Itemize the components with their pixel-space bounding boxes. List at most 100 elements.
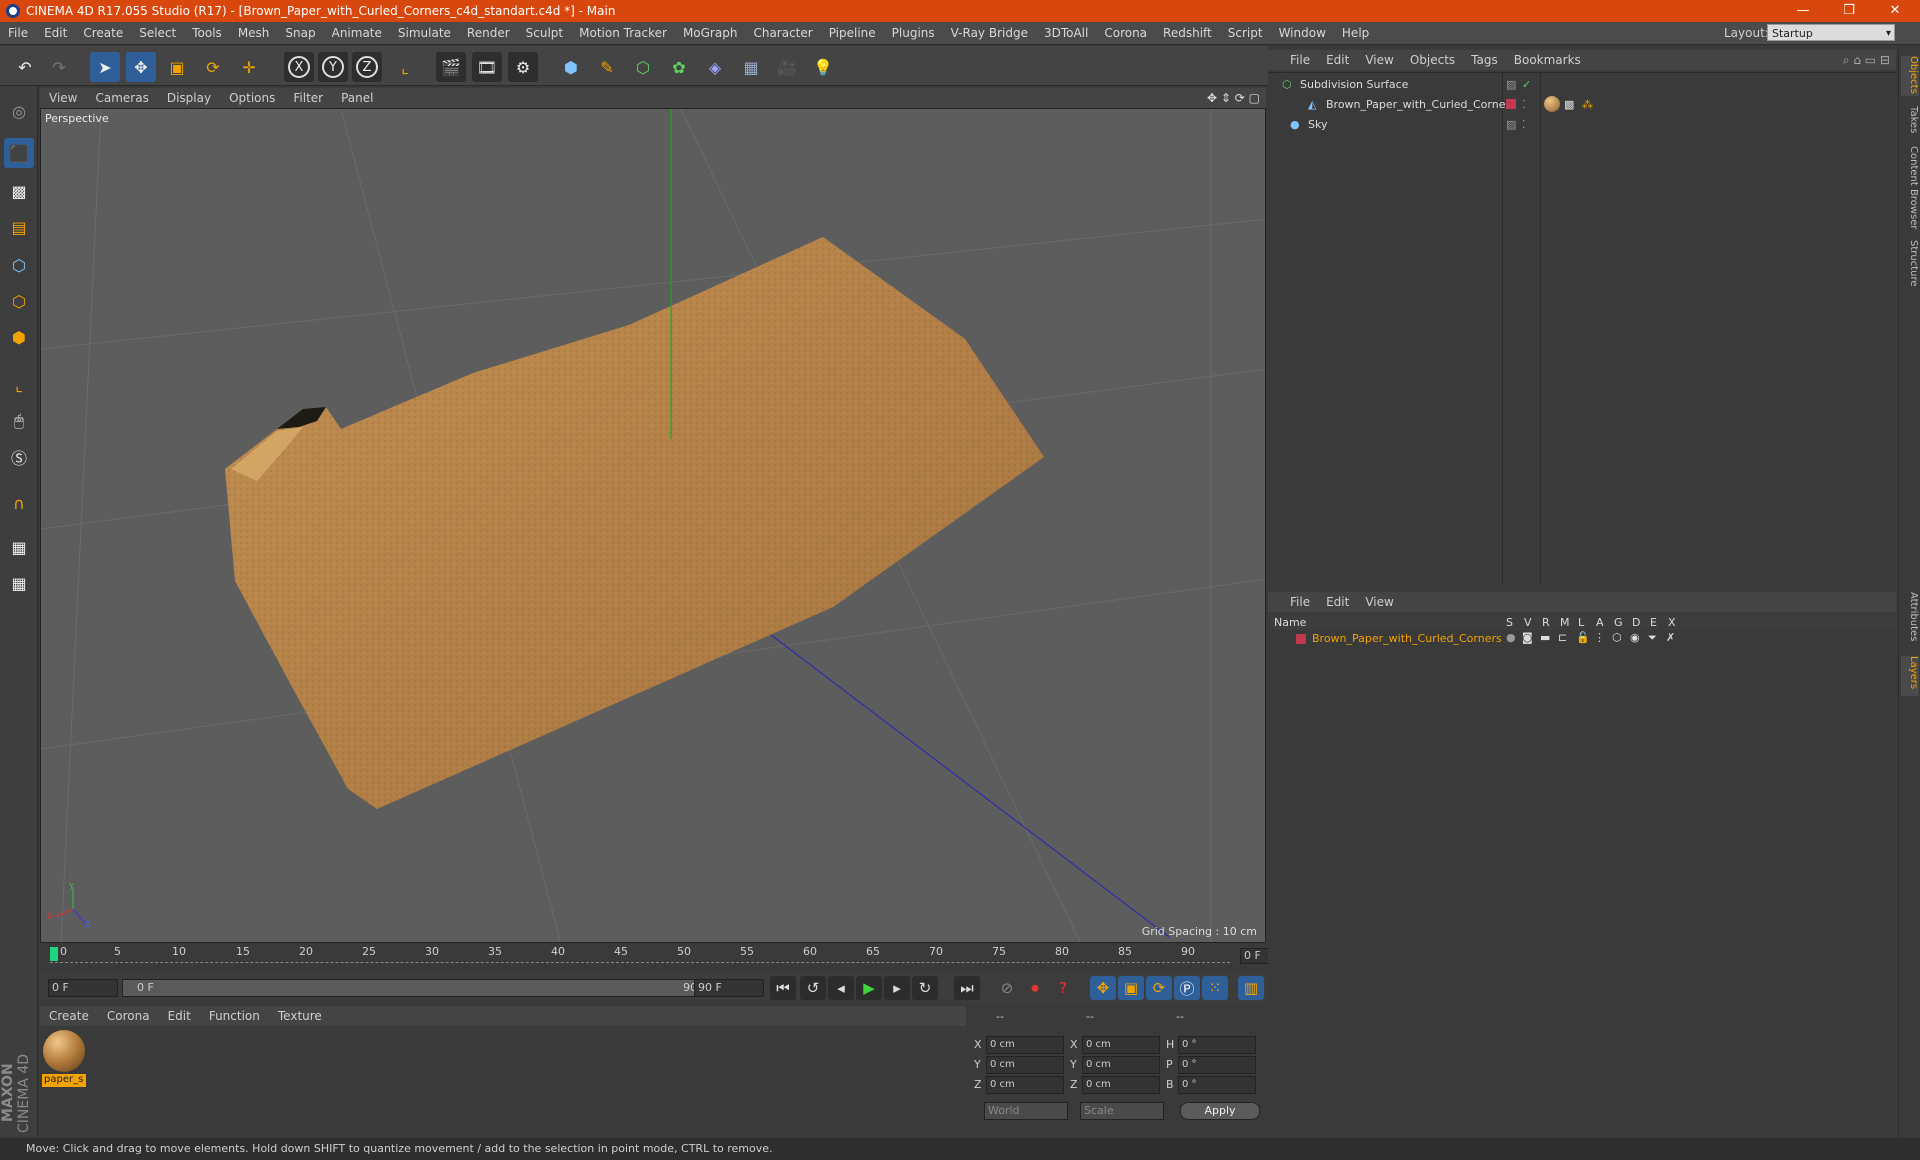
column-header-render[interactable]: R — [1542, 616, 1550, 629]
size-mode-select[interactable]: Scale — [1080, 1102, 1164, 1120]
prev-key-icon[interactable]: ↺ — [800, 976, 826, 1000]
position-x-field[interactable]: 0 cm — [986, 1036, 1064, 1054]
menu-redshift[interactable]: Redshift — [1155, 26, 1220, 40]
solo-toggle-icon[interactable]: ● — [1506, 631, 1516, 644]
visibility-toggle-icon[interactable]: ▨ — [1506, 78, 1516, 91]
texture-mode-icon[interactable]: ▩ — [4, 176, 34, 206]
column-header-locked[interactable]: L — [1578, 616, 1584, 629]
object-row[interactable]: ● Sky ▨ ⁚ — [1268, 115, 1896, 135]
timeline-window-icon[interactable]: ▥ — [1238, 976, 1264, 1000]
column-header-expressions[interactable]: E — [1650, 616, 1657, 629]
edit-render-settings-icon[interactable]: ⚙ — [508, 52, 538, 82]
rotation-b-field[interactable]: 0 ° — [1178, 1076, 1256, 1094]
column-header-generators[interactable]: G — [1614, 616, 1623, 629]
menu-script[interactable]: Script — [1220, 26, 1271, 40]
model-mode-icon[interactable]: ⬛ — [4, 138, 34, 168]
cube-primitive-icon[interactable]: ⬢ — [556, 52, 586, 82]
subdivision-surface-icon[interactable]: ⬡ — [628, 52, 658, 82]
material-tag-icon[interactable] — [1544, 96, 1560, 112]
objects-menu-edit[interactable]: Edit — [1318, 53, 1357, 67]
menu-simulate[interactable]: Simulate — [390, 26, 459, 40]
visibility-dots-icon[interactable]: ⁚ — [1522, 98, 1526, 111]
render-view-icon[interactable]: 🎬 — [436, 52, 466, 82]
layer-row[interactable]: Brown_Paper_with_Curled_Corners ● ◙ ▬ ⊏ … — [1268, 630, 1896, 650]
viewport-menu-display[interactable]: Display — [158, 91, 220, 105]
perspective-viewport[interactable]: Y X Z Perspective Grid Spacing : 10 cm — [40, 108, 1266, 943]
next-frame-icon[interactable]: ▸ — [884, 976, 910, 1000]
apply-button[interactable]: Apply — [1180, 1102, 1260, 1120]
points-mode-icon[interactable]: ⬡ — [4, 250, 34, 280]
viewport-menu-filter[interactable]: Filter — [284, 91, 332, 105]
make-editable-icon[interactable]: ◎ — [4, 96, 34, 126]
edges-mode-icon[interactable]: ⬡ — [4, 286, 34, 316]
locked-workplane-icon[interactable]: ▦ — [4, 532, 34, 562]
menu-render[interactable]: Render — [459, 26, 518, 40]
lock-toggle-icon[interactable]: 🔓 — [1576, 631, 1590, 644]
tweak-mode-icon[interactable]: 🖱 — [4, 406, 34, 436]
timeline-ruler[interactable]: 0 5 10 15 20 25 30 35 40 45 50 55 60 65 … — [40, 945, 1306, 971]
restore-button[interactable]: ❐ — [1826, 0, 1872, 22]
material-menu-edit[interactable]: Edit — [159, 1009, 200, 1023]
z-axis-lock-button[interactable]: Z — [352, 52, 382, 82]
menu-help[interactable]: Help — [1334, 26, 1377, 40]
viewport-menu-cameras[interactable]: Cameras — [86, 91, 157, 105]
visibility-toggle-icon[interactable]: ▨ — [1506, 118, 1516, 131]
material-menu-function[interactable]: Function — [200, 1009, 269, 1023]
menu-edit[interactable]: Edit — [36, 26, 75, 40]
generators-toggle-icon[interactable]: ⬡ — [1612, 631, 1622, 644]
object-row[interactable]: ◭ Brown_Paper_with_Curled_Corners ⁚ ▩ ⁂ — [1268, 95, 1896, 115]
key-rotation-icon[interactable]: ⟳ — [1146, 976, 1172, 1000]
light-icon[interactable]: 💡 — [808, 52, 838, 82]
menu-pipeline[interactable]: Pipeline — [821, 26, 884, 40]
menu-sculpt[interactable]: Sculpt — [518, 26, 571, 40]
prev-frame-icon[interactable]: ◂ — [828, 976, 854, 1000]
layers-menu-edit[interactable]: Edit — [1318, 595, 1357, 609]
cloner-icon[interactable]: ✿ — [664, 52, 694, 82]
uvw-tag-icon[interactable]: ▩ — [1564, 98, 1574, 111]
position-y-field[interactable]: 0 cm — [986, 1056, 1064, 1074]
material-menu-create[interactable]: Create — [40, 1009, 98, 1023]
column-header-name[interactable]: Name — [1274, 616, 1306, 629]
autokey-icon[interactable]: ⏺ — [1022, 976, 1048, 1000]
menu-plugins[interactable]: Plugins — [884, 26, 943, 40]
object-manager-search-icon[interactable]: ⌕ ⌂ ▭ ⊟ — [1843, 53, 1890, 68]
key-position-icon[interactable]: ✥ — [1090, 976, 1116, 1000]
key-parameter-icon[interactable]: Ⓟ — [1174, 976, 1200, 1000]
visibility-dots-icon[interactable]: ⁚ — [1522, 118, 1526, 131]
layer-color-swatch[interactable] — [1506, 99, 1516, 109]
tab-content-browser[interactable]: Content Browser — [1901, 146, 1919, 230]
menu-snap[interactable]: Snap — [277, 26, 323, 40]
material-menu-texture[interactable]: Texture — [269, 1009, 331, 1023]
render-toggle-icon[interactable]: ▬ — [1540, 631, 1550, 644]
menu-mograph[interactable]: MoGraph — [675, 26, 746, 40]
goto-start-icon[interactable]: ⏮ — [770, 976, 796, 1000]
x-axis-lock-button[interactable]: X — [284, 52, 314, 82]
deformers-toggle-icon[interactable]: ◉ — [1630, 631, 1640, 644]
material-preview[interactable] — [43, 1030, 85, 1072]
material-name[interactable]: paper_s — [42, 1074, 86, 1087]
keyframe-selection-icon[interactable]: ? — [1050, 976, 1076, 1000]
next-key-icon[interactable]: ↻ — [912, 976, 938, 1000]
objects-menu-tags[interactable]: Tags — [1463, 53, 1506, 67]
manager-toggle-icon[interactable]: ⊏ — [1558, 631, 1567, 644]
menu-mesh[interactable]: Mesh — [230, 26, 278, 40]
xref-toggle-icon[interactable]: ✗ — [1666, 631, 1675, 644]
size-x-field[interactable]: 0 cm — [1082, 1036, 1160, 1054]
move-tool-icon[interactable]: ✥ — [126, 52, 156, 82]
texture-tag-icon[interactable]: ⁂ — [1582, 98, 1593, 111]
layers-menu-view[interactable]: View — [1357, 595, 1401, 609]
rotation-p-field[interactable]: 0 ° — [1178, 1056, 1256, 1074]
viewport-nav-icons[interactable]: ✥ ⇕ ⟳ ▢ — [1207, 91, 1260, 105]
menu-animate[interactable]: Animate — [324, 26, 390, 40]
animation-toggle-icon[interactable]: ⋮ — [1594, 631, 1605, 644]
menu-window[interactable]: Window — [1271, 26, 1334, 40]
axis-mode-icon[interactable]: ⌞ — [4, 370, 34, 400]
viewport-menu-options[interactable]: Options — [220, 91, 284, 105]
tab-objects[interactable]: Objects — [1901, 56, 1919, 96]
material-menu-corona[interactable]: Corona — [98, 1009, 159, 1023]
expressions-toggle-icon[interactable]: ⏷ — [1648, 631, 1657, 645]
floor-icon[interactable]: ▦ — [736, 52, 766, 82]
record-keys-icon[interactable]: ⊘ — [994, 976, 1020, 1000]
planar-workplane-icon[interactable]: ▦ — [4, 568, 34, 598]
objects-menu-bookmarks[interactable]: Bookmarks — [1506, 53, 1589, 67]
